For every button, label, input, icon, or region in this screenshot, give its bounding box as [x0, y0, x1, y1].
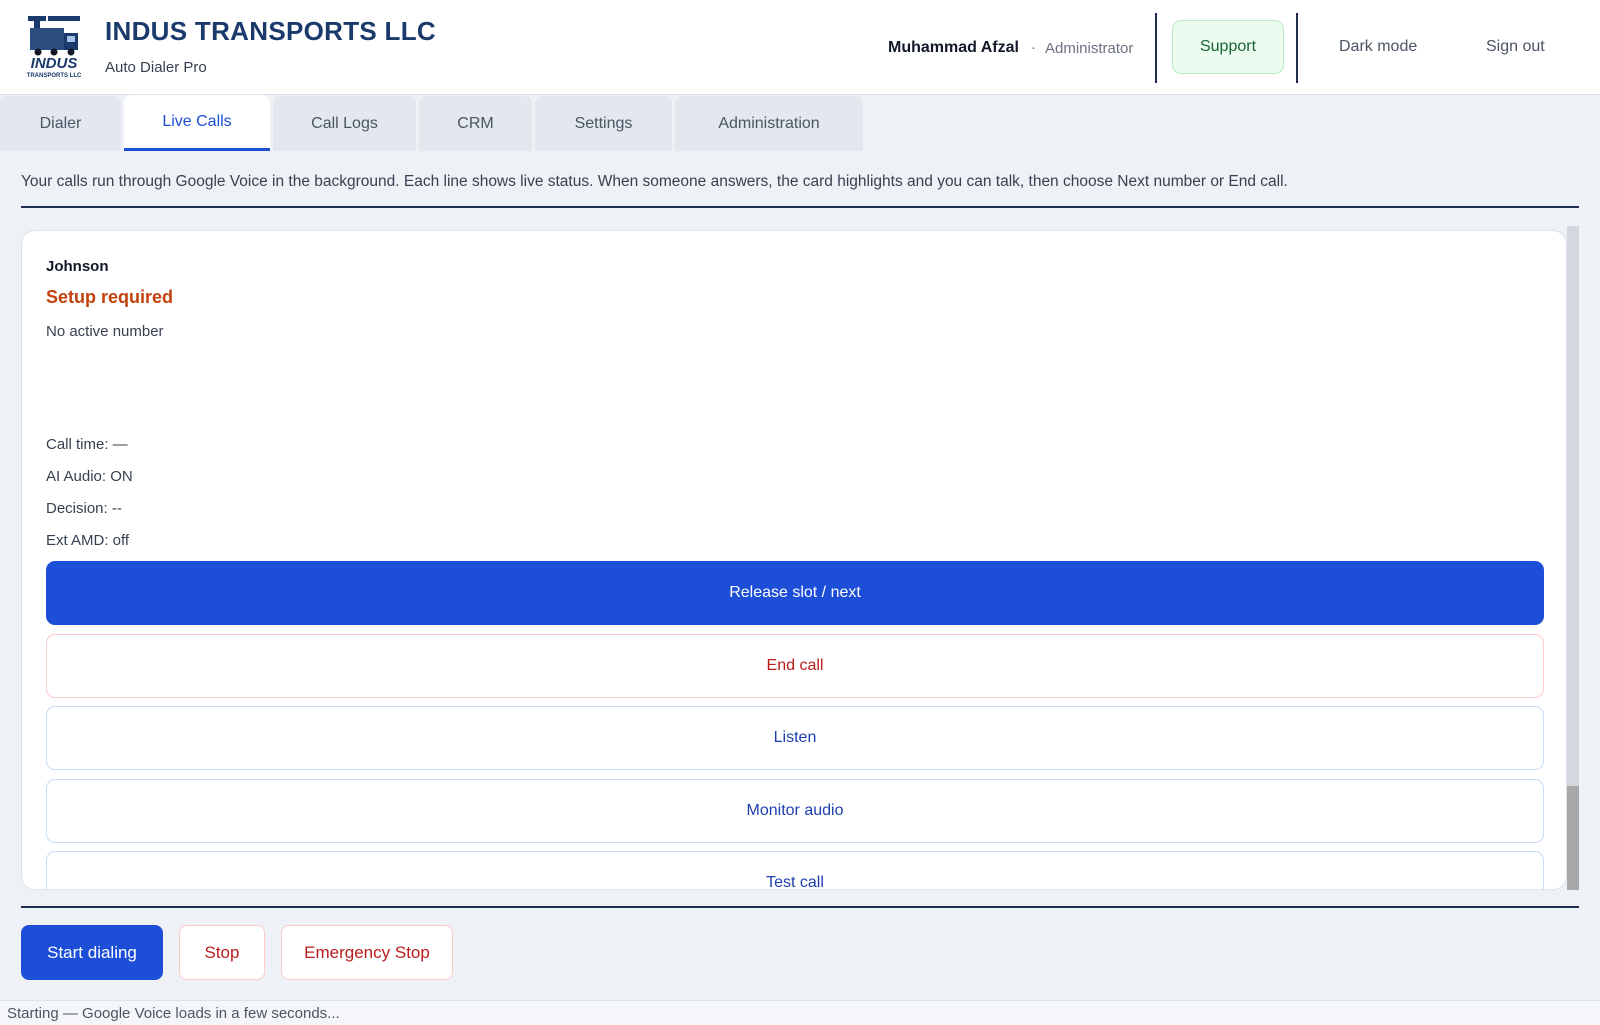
live-calls-info: Your calls run through Google Voice in t…	[21, 173, 1288, 190]
ai-audio-status: AI Audio: ON	[46, 468, 133, 485]
status-bar: Starting — Google Voice loads in a few s…	[0, 1000, 1600, 1025]
release-slot-button[interactable]: Release slot / next	[46, 561, 1544, 625]
tab-crm[interactable]: CRM	[419, 96, 532, 151]
svg-text:TRANSPORTS LLC: TRANSPORTS LLC	[27, 73, 82, 79]
decision-status: Decision: --	[46, 500, 122, 517]
support-button[interactable]: Support	[1172, 20, 1284, 74]
company-logo: INDUS TRANSPORTS LLC	[26, 14, 82, 80]
monitor-audio-button[interactable]: Monitor audio	[46, 779, 1544, 843]
company-title: INDUS TRANSPORTS LLC	[105, 16, 436, 46]
emergency-stop-button[interactable]: Emergency Stop	[281, 925, 453, 980]
tab-settings[interactable]: Settings	[535, 96, 672, 151]
sign-out-button[interactable]: Sign out	[1486, 38, 1545, 56]
app-header: INDUS TRANSPORTS LLC INDUS TRANSPORTS LL…	[0, 0, 1600, 95]
svg-text:INDUS: INDUS	[31, 55, 78, 72]
scrollbar-thumb[interactable]	[1567, 786, 1579, 890]
stop-button[interactable]: Stop	[179, 925, 265, 980]
tab-call-logs[interactable]: Call Logs	[273, 96, 416, 151]
line-card: Johnson Setup required No active number …	[21, 230, 1567, 890]
tab-dialer[interactable]: Dialer	[0, 96, 121, 151]
call-time: Call time: —	[46, 436, 128, 453]
line-number: No active number	[46, 323, 164, 340]
user-name: Muhammad Afzal	[888, 39, 1019, 56]
header-divider	[1155, 13, 1157, 83]
line-name: Johnson	[46, 258, 109, 275]
divider	[21, 906, 1579, 908]
ext-amd-status: Ext AMD: off	[46, 532, 130, 549]
dark-mode-toggle[interactable]: Dark mode	[1339, 38, 1417, 56]
start-dialing-button[interactable]: Start dialing	[21, 925, 163, 980]
test-call-button[interactable]: Test call	[46, 851, 1544, 889]
tab-administration[interactable]: Administration	[675, 96, 863, 151]
header-divider	[1296, 13, 1298, 83]
card-scrollbar[interactable]	[1567, 226, 1579, 890]
line-status: Setup required	[46, 287, 174, 307]
tab-live-calls[interactable]: Live Calls	[124, 95, 270, 151]
listen-button[interactable]: Listen	[46, 706, 1544, 770]
divider	[21, 206, 1579, 208]
end-call-button[interactable]: End call	[46, 634, 1544, 698]
product-subtitle: Auto Dialer Pro	[105, 59, 207, 76]
user-role: Administrator	[1045, 40, 1134, 57]
user-separator: ·	[1031, 39, 1036, 56]
status-message: Starting — Google Voice loads in a few s…	[7, 1005, 340, 1022]
